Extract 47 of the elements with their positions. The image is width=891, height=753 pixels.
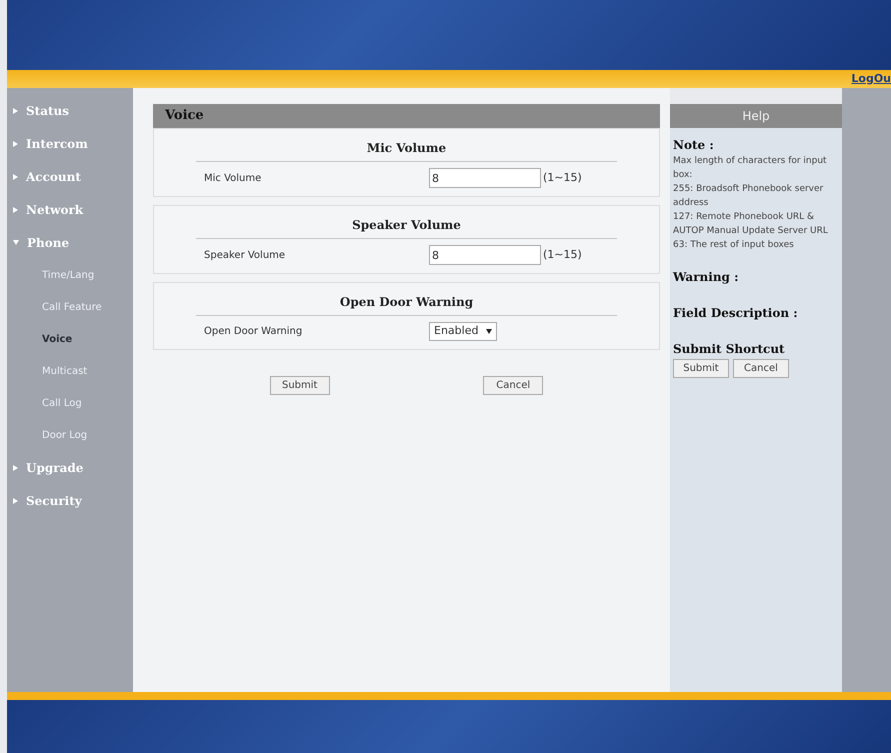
sidebar-item[interactable]: Intercom [7,127,133,160]
help-note-text: 255: Broadsoft Phonebook server address [673,183,824,210]
field-label: Speaker Volume [204,248,286,262]
help-title-bar: Help [670,104,842,128]
sidebar-item[interactable]: Phone [7,226,133,259]
triangle-right-icon [13,464,18,470]
logout-link[interactable]: LogOu [851,70,891,88]
sidebar-item[interactable]: Security [7,484,133,517]
sidebar-subitem[interactable]: Multicast [7,355,133,387]
triangle-right-icon [13,108,18,114]
sidebar-subitem[interactable]: Call Log [7,387,133,419]
page-title-bar: Voice [153,104,660,128]
field-label: Open Door Warning [204,325,304,339]
range-hint: (1~15) [543,246,582,263]
sidebar-subitem[interactable]: Door Log [7,419,133,451]
sidebar-item[interactable]: Network [7,193,133,226]
sidebar-item[interactable]: Upgrade [7,451,133,484]
cancel-button[interactable]: Cancel [733,359,789,378]
sidebar-subitem[interactable]: Time/Lang [7,259,133,291]
section-heading: Mic Volume [366,140,448,157]
sidebar-subitem[interactable]: Voice [7,323,133,355]
submit-button[interactable]: Submit [673,359,729,378]
field-description-heading: Field Description : [673,305,799,322]
caret-icon [486,329,492,334]
triangle-right-icon [13,206,18,212]
cancel-button[interactable]: Cancel [483,376,544,395]
volume-input-field[interactable]: 8 [429,168,541,188]
volume-input-field[interactable]: 8 [429,245,541,265]
triangle-down-icon [13,240,19,245]
sidebar-item[interactable]: Account [7,160,133,193]
section-heading: Speaker Volume [351,217,462,234]
warning-dropdown[interactable]: Enabled [429,322,498,341]
range-hint: (1~15) [543,170,582,186]
field-label: Mic Volume [204,172,262,186]
triangle-right-icon [13,140,18,146]
sidebar-item[interactable]: Status [7,94,133,127]
help-note-text: 127: Remote Phonebook URL & AUTOP Manual Update Server URL [673,211,829,238]
note-heading: Note : [673,137,715,154]
triangle-right-icon [13,498,18,504]
help-note-text: 63: The rest of input boxes [673,239,795,252]
help-note-text: Max length of characters for input box: [673,155,828,182]
warning-heading: Warning : [673,269,740,286]
section-heading: Open Door Warning [338,294,474,311]
sidebar-subitem[interactable]: Call Feature [7,291,133,323]
shortcut-heading: Submit Shortcut [673,341,786,358]
submit-button[interactable]: Submit [270,376,330,395]
triangle-right-icon [13,174,18,180]
